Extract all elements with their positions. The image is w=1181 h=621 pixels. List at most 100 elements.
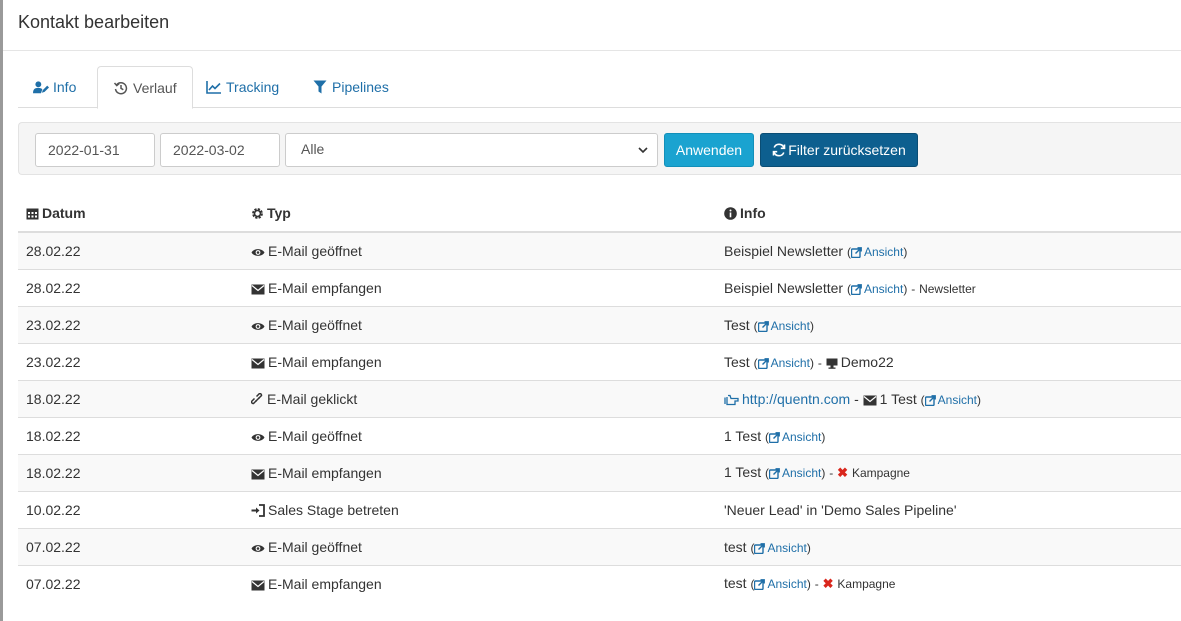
view-link[interactable]: Ansicht <box>782 466 821 480</box>
type-label: Sales Stage betreten <box>268 501 399 518</box>
cell-type: E-Mail empfangen <box>243 453 716 491</box>
external-link-icon <box>769 468 780 479</box>
cell-info: test (Ansicht) - ✖ Kampagne <box>716 564 1181 602</box>
column-date-label: Datum <box>42 205 86 221</box>
date-from-input[interactable] <box>35 133 155 167</box>
eye-icon <box>251 248 265 256</box>
source-label: Kampagne <box>837 577 896 592</box>
cell-date: 07.02.22 <box>18 527 243 565</box>
cell-type: E-Mail geklickt <box>243 379 716 417</box>
view-link[interactable]: Ansicht <box>864 282 903 296</box>
cell-type: E-Mail empfangen <box>243 342 716 380</box>
info-text: 1 Test <box>724 427 762 444</box>
info-text: 1 Test <box>879 390 917 407</box>
info-text: Beispiel Newsletter <box>724 242 844 259</box>
cell-info: 1 Test (Ansicht) - ✖ Kampagne <box>716 453 1181 491</box>
desktop-icon <box>826 358 838 369</box>
reset-filter-label: Filter zurücksetzen <box>788 142 906 158</box>
cell-type: E-Mail empfangen <box>243 564 716 602</box>
tab-verlauf-label: Verlauf <box>133 79 177 96</box>
info-circle-icon <box>724 207 737 220</box>
reset-filter-button[interactable]: Filter zurücksetzen <box>760 133 918 167</box>
column-info: Info <box>716 195 1181 233</box>
cell-info: test (Ansicht) <box>716 527 1181 565</box>
table-row: 10.02.22 Sales Stage betreten 'Neuer Lead'… <box>18 490 1181 528</box>
external-link-icon <box>757 320 769 332</box>
table-header-row: Datum Typ Info <box>18 195 1181 233</box>
tab-pipelines-label: Pipelines <box>332 79 389 95</box>
chart-line-icon <box>206 81 221 94</box>
info-text: Test <box>724 353 750 370</box>
cell-type: E-Mail geöffnet <box>243 527 716 565</box>
cell-date: 23.02.22 <box>18 342 243 380</box>
type-label: E-Mail geöffnet <box>268 316 362 333</box>
source-label: Newsletter <box>919 281 976 296</box>
refresh-icon <box>772 143 786 157</box>
history-table: Datum Typ Info 28.02.22 E-Mail geöffnet Be… <box>18 195 1181 602</box>
cell-type: Sales Stage betreten <box>243 490 716 528</box>
sign-in-icon <box>251 503 265 517</box>
tracked-url-link[interactable]: http://quentn.com <box>742 391 850 407</box>
table-row: 07.02.22 E-Mail geöffnet test (Ansicht) <box>18 527 1181 565</box>
external-link-icon <box>754 579 766 591</box>
cell-date: 10.02.22 <box>18 490 243 528</box>
external-link-icon <box>924 394 936 406</box>
type-label: E-Mail geöffnet <box>268 242 362 259</box>
view-link[interactable]: Ansicht <box>782 430 821 444</box>
external-link-icon <box>754 542 766 554</box>
column-type: Typ <box>243 195 716 233</box>
cell-info: Beispiel Newsletter (Ansicht) - Newslett… <box>716 268 1181 306</box>
window-edge <box>0 0 3 621</box>
envelope-icon <box>251 284 265 294</box>
column-type-label: Typ <box>267 205 291 221</box>
page-title: Kontakt bearbeiten <box>18 12 170 32</box>
user-edit-icon <box>33 81 49 94</box>
view-link[interactable]: Ansicht <box>938 393 977 407</box>
cell-type: E-Mail geöffnet <box>243 416 716 454</box>
source-label: Kampagne <box>851 466 910 480</box>
cell-date: 28.02.22 <box>18 268 243 306</box>
eye-icon <box>251 433 265 441</box>
chain-link-icon <box>251 392 263 404</box>
eye-icon <box>251 322 265 330</box>
view-link[interactable]: Ansicht <box>767 541 806 555</box>
envelope-icon <box>251 358 265 368</box>
table-row: 18.02.22 E-Mail geklickt http://quentn.com… <box>18 379 1181 417</box>
cell-date: 23.02.22 <box>18 305 243 343</box>
tab-tracking[interactable]: Tracking <box>191 66 294 108</box>
cell-info: 1 Test (Ansicht) <box>716 416 1181 454</box>
type-select[interactable]: Alle <box>285 133 658 167</box>
info-text: 'Neuer Lead' in 'Demo Sales Pipeline' <box>724 501 957 518</box>
apply-button[interactable]: Anwenden <box>664 133 754 167</box>
cell-date: 28.02.22 <box>18 231 243 269</box>
external-link-icon <box>769 431 780 443</box>
tab-tracking-label: Tracking <box>226 79 280 95</box>
filter-bar: Alle Anwenden Filter zurücksetzen <box>18 122 1181 175</box>
tab-verlauf[interactable]: Verlauf <box>97 66 193 109</box>
info-text: test <box>724 538 747 555</box>
type-label: E-Mail geöffnet <box>268 538 362 555</box>
cell-date: 07.02.22 <box>18 564 243 602</box>
eye-icon <box>251 544 265 552</box>
external-link-icon <box>850 283 862 295</box>
table-row: 18.02.22 E-Mail empfangen 1 Test (Ansicht)… <box>18 453 1181 491</box>
tab-info[interactable]: Info <box>18 66 91 108</box>
cell-type: E-Mail geöffnet <box>243 305 716 343</box>
source-link[interactable]: Demo22 <box>841 354 894 370</box>
tab-pipelines[interactable]: Pipelines <box>297 66 404 108</box>
view-link[interactable]: Ansicht <box>767 577 806 591</box>
cell-info: Test (Ansicht) <box>716 305 1181 343</box>
view-link[interactable]: Ansicht <box>864 245 903 259</box>
info-text: Test <box>724 316 750 333</box>
table-row: 07.02.22 E-Mail empfangen test (Ansicht) -… <box>18 564 1181 602</box>
hand-pointer-icon <box>724 394 739 405</box>
cell-date: 18.02.22 <box>18 416 243 454</box>
view-link[interactable]: Ansicht <box>771 319 810 333</box>
type-label: E-Mail empfangen <box>268 575 382 592</box>
view-link[interactable]: Ansicht <box>771 356 810 370</box>
info-text: Beispiel Newsletter <box>724 279 844 296</box>
info-text: test <box>724 575 747 592</box>
date-to-input[interactable] <box>160 133 280 167</box>
table-row: 23.02.22 E-Mail empfangen Test (Ansicht) -… <box>18 342 1181 380</box>
cell-info: 'Neuer Lead' in 'Demo Sales Pipeline' <box>716 490 1181 528</box>
